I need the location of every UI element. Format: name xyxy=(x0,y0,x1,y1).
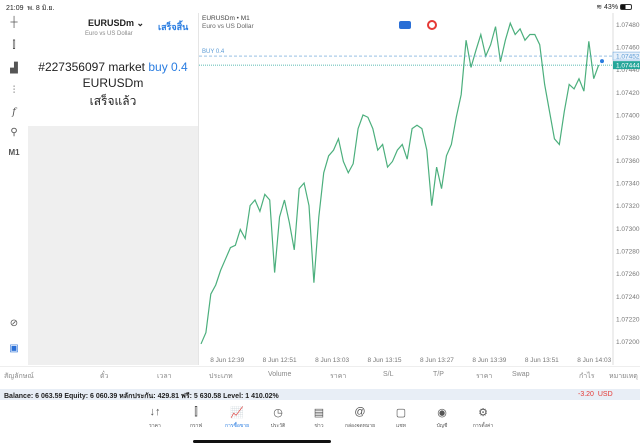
chart-type-icon[interactable]: ⫿ xyxy=(4,40,24,51)
battery-indicator: ≋ 43% xyxy=(596,3,632,11)
ask-price-label: 1.07452 xyxy=(616,54,640,61)
last-point-marker xyxy=(600,59,604,64)
col-symbol: สัญลักษณ์ xyxy=(4,373,34,380)
bottom-nav: ↓↑ ราคา ⫿ กราฟ 📈 การซื้อขาย ◷ ประวัติ ▤ ข่าว @ กล่อ… xyxy=(0,404,640,436)
col-price: ราคา xyxy=(330,373,347,380)
nav-history[interactable]: ◷ ประวัติ xyxy=(258,406,298,430)
y-tick-label: 1.07240 xyxy=(616,294,640,301)
order-message: #227356097 market buy 0.4 xyxy=(38,60,188,74)
status-bar: 21:09 พ. 8 มิ.ย. ≋ 43% xyxy=(0,0,640,13)
col-profit: กำไร xyxy=(579,373,595,380)
nav-label: ข่าว xyxy=(314,423,324,429)
balance-text: Balance: 6 063.59 Equity: 6 060.39 หลักป… xyxy=(4,393,279,400)
y-tick-label: 1.07200 xyxy=(616,339,640,346)
order-status: เสร็จแล้ว xyxy=(89,94,137,108)
symbol-selector[interactable]: EURUSDm ⌄ xyxy=(88,18,144,29)
order-line-label: BUY 0.4 xyxy=(202,49,225,55)
order-result-panel: EURUSDm ⌄ Euro vs US Dollar เสร็จสิ้น #2… xyxy=(28,13,198,126)
col-tp: T/P xyxy=(433,371,444,378)
y-tick-label: 1.07420 xyxy=(616,90,640,97)
y-tick-label: 1.07320 xyxy=(616,203,640,210)
chart-toolbar: ┼ ⫿ ▟ ⫶ f ⚲ M1 ⊘ ▣ xyxy=(0,13,28,365)
x-tick-label: 8 Jun 13:27 xyxy=(420,357,454,364)
nav-label: การตั้งค่า xyxy=(472,423,494,429)
x-tick-label: 8 Jun 13:51 xyxy=(525,357,559,364)
nav-chat[interactable]: ▢ แชท xyxy=(381,406,421,430)
nav-mailbox[interactable]: @ กล่องจดหมาย xyxy=(340,406,380,430)
y-tick-label: 1.07340 xyxy=(616,181,640,188)
nav-label: กราฟ xyxy=(189,423,203,429)
symbol-description: Euro vs US Dollar xyxy=(85,31,133,37)
quotes-icon: ↓↑ xyxy=(149,406,161,418)
objects-icon[interactable]: ⚲ xyxy=(4,127,24,138)
y-tick-label: 1.07400 xyxy=(616,113,640,120)
panel-background xyxy=(28,126,198,365)
col-current-price: ราคา xyxy=(476,373,493,380)
y-tick-label: 1.07480 xyxy=(616,22,640,29)
y-tick-label: 1.07260 xyxy=(616,271,640,278)
col-time: เวลา xyxy=(157,373,172,380)
trade-table-header: สัญลักษณ์ ตั๋ว เวลา ประเภท Volume ราคา S… xyxy=(0,366,640,380)
x-tick-label: 8 Jun 12:51 xyxy=(263,357,297,364)
news-icon: ▤ xyxy=(313,407,325,419)
nav-label: ประวัติ xyxy=(270,423,286,429)
order-symbol: EURUSDm xyxy=(82,76,144,90)
nav-chart[interactable]: ⫿ กราฟ xyxy=(176,406,216,430)
history-icon: ◷ xyxy=(273,407,283,419)
x-tick-label: 8 Jun 13:15 xyxy=(368,357,402,364)
chat-icon: ▢ xyxy=(395,407,407,419)
col-ticket: ตั๋ว xyxy=(100,373,109,380)
trade-icon: 📈 xyxy=(230,407,244,419)
indicators-icon[interactable]: ▟ xyxy=(4,63,24,74)
total-profit: -3.20 USD xyxy=(578,391,613,398)
settings-icon: ⚙ xyxy=(478,407,488,419)
y-tick-label: 1.07460 xyxy=(616,45,640,52)
nav-quotes[interactable]: ↓↑ ราคา xyxy=(135,406,175,430)
signals-icon[interactable]: ⊘ xyxy=(4,318,24,329)
settings-sliders-icon[interactable]: ⫶ xyxy=(4,85,24,96)
balance-bar: Balance: 6 063.59 Equity: 6 060.39 หลักป… xyxy=(0,389,640,400)
col-comment: หมายเหตุ xyxy=(609,373,638,380)
col-swap: Swap xyxy=(512,371,530,378)
x-tick-label: 8 Jun 14:03 xyxy=(577,357,611,364)
nav-settings[interactable]: ⚙ การตั้งค่า xyxy=(463,406,503,430)
y-tick-label: 1.07220 xyxy=(616,317,640,324)
home-indicator xyxy=(193,440,331,443)
y-tick-label: 1.07280 xyxy=(616,249,640,256)
nav-label: บัญชี xyxy=(436,423,448,429)
col-sl: S/L xyxy=(383,371,394,378)
crosshair-icon[interactable]: ┼ xyxy=(4,17,24,28)
price-chart[interactable]: EURUSDm • M1 Euro vs US Dollar 1.07200 1.… xyxy=(198,13,640,365)
y-tick-label: 1.07360 xyxy=(616,158,640,165)
x-tick-label: 8 Jun 12:39 xyxy=(210,357,244,364)
nav-label: กล่องจดหมาย xyxy=(344,423,376,429)
chart-canvas: 1.07200 1.07220 1.07240 1.07260 1.07280 1.073… xyxy=(199,13,640,365)
col-type: ประเภท xyxy=(209,373,233,380)
one-click-trading-icon[interactable]: ▣ xyxy=(4,343,24,354)
col-volume: Volume xyxy=(268,371,292,378)
nav-accounts[interactable]: ◉ บัญชี xyxy=(422,406,462,430)
bid-price-label: 1.07444 xyxy=(616,63,640,70)
accounts-icon: ◉ xyxy=(437,407,447,419)
chart-icon: ⫿ xyxy=(194,406,198,418)
mailbox-icon: @ xyxy=(354,406,366,418)
done-button[interactable]: เสร็จสิ้น xyxy=(158,20,188,34)
nav-label: การซื้อขาย xyxy=(224,423,250,429)
timeframe-button[interactable]: M1 xyxy=(4,148,24,157)
function-icon[interactable]: f xyxy=(4,107,24,118)
nav-news[interactable]: ▤ ข่าว xyxy=(299,406,339,430)
y-tick-label: 1.07380 xyxy=(616,135,640,142)
x-tick-label: 8 Jun 13:39 xyxy=(472,357,506,364)
y-tick-label: 1.07300 xyxy=(616,226,640,233)
nav-trade[interactable]: 📈 การซื้อขาย xyxy=(217,406,257,430)
nav-label: ราคา xyxy=(149,423,161,429)
price-line xyxy=(200,21,600,345)
nav-label: แชท xyxy=(396,423,406,429)
x-tick-label: 8 Jun 13:03 xyxy=(315,357,349,364)
